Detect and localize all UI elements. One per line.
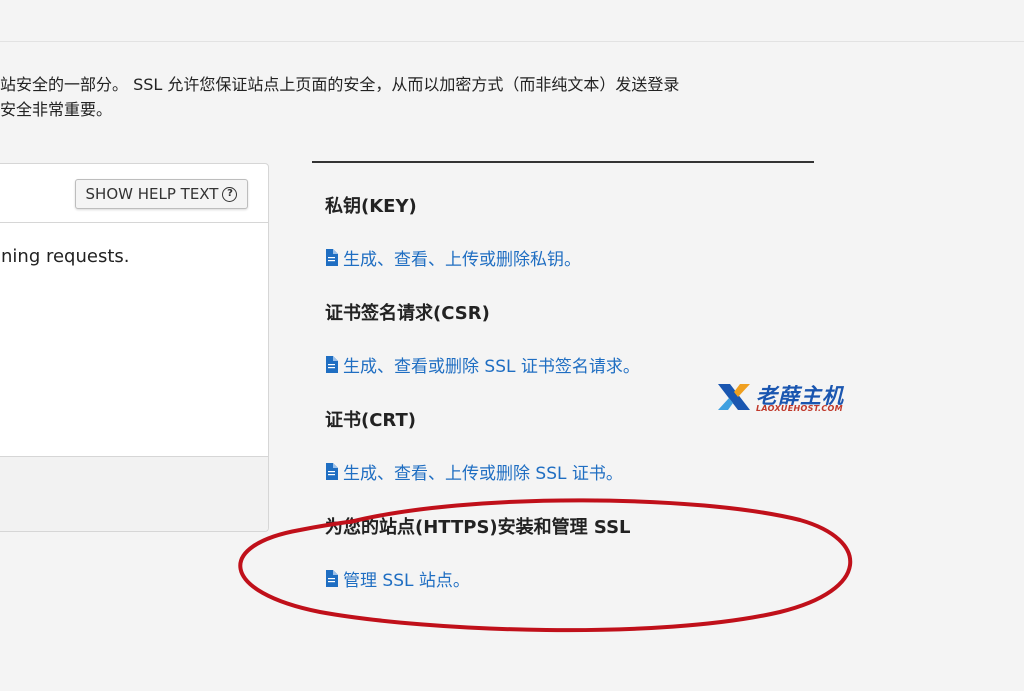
question-circle-icon: ? <box>222 186 238 202</box>
document-icon <box>326 463 338 480</box>
link-manage-ssl-sites-label: 管理 SSL 站点。 <box>343 571 470 591</box>
show-help-text-button[interactable]: SHOW HELP TEXT ? <box>75 179 248 209</box>
link-manage-ssl-sites[interactable]: 管理 SSL 站点。 <box>325 566 470 591</box>
intro-text: 站安全的一部分。 SSL 允许您保证站点上页面的安全，从而以加密方式（而非纯文本… <box>0 72 840 122</box>
document-icon <box>326 570 338 587</box>
intro-line-2: 安全非常重要。 <box>0 100 113 119</box>
show-help-text-label: SHOW HELP TEXT <box>85 185 219 203</box>
link-csr-label: 生成、查看或删除 SSL 证书签名请求。 <box>343 357 640 377</box>
panel-body-text: ning requests. <box>1 246 130 267</box>
document-icon <box>326 249 338 266</box>
heading-csr: 证书签名请求(CSR) <box>325 303 490 324</box>
link-private-keys[interactable]: 生成、查看、上传或删除私钥。 <box>325 245 581 270</box>
panel-header: SHOW HELP TEXT ? <box>0 164 268 223</box>
link-private-keys-label: 生成、查看、上传或删除私钥。 <box>343 250 581 270</box>
ssl-tls-page: 站安全的一部分。 SSL 允许您保证站点上页面的安全，从而以加密方式（而非纯文本… <box>0 0 1024 691</box>
heading-install-manage-ssl: 为您的站点(HTTPS)安装和管理 SSL <box>325 517 631 538</box>
info-panel: SHOW HELP TEXT ? ning requests. <box>0 163 269 532</box>
top-bar <box>0 0 1024 42</box>
link-certificates[interactable]: 生成、查看、上传或删除 SSL 证书。 <box>325 459 623 484</box>
watermark-logo: 老薛主机 LAOXUEHOST.COM <box>716 380 856 416</box>
logo-domain: LAOXUEHOST.COM <box>756 404 843 413</box>
heading-certificates: 证书(CRT) <box>325 410 416 431</box>
heading-private-keys: 私钥(KEY) <box>325 196 417 217</box>
link-csr[interactable]: 生成、查看或删除 SSL 证书签名请求。 <box>325 352 640 377</box>
document-icon <box>326 356 338 373</box>
panel-footer <box>0 456 268 531</box>
logo-mark-icon <box>718 384 750 410</box>
section-divider <box>312 161 814 163</box>
intro-line-1: 站安全的一部分。 SSL 允许您保证站点上页面的安全，从而以加密方式（而非纯文本… <box>0 75 680 94</box>
link-certificates-label: 生成、查看、上传或删除 SSL 证书。 <box>343 464 623 484</box>
